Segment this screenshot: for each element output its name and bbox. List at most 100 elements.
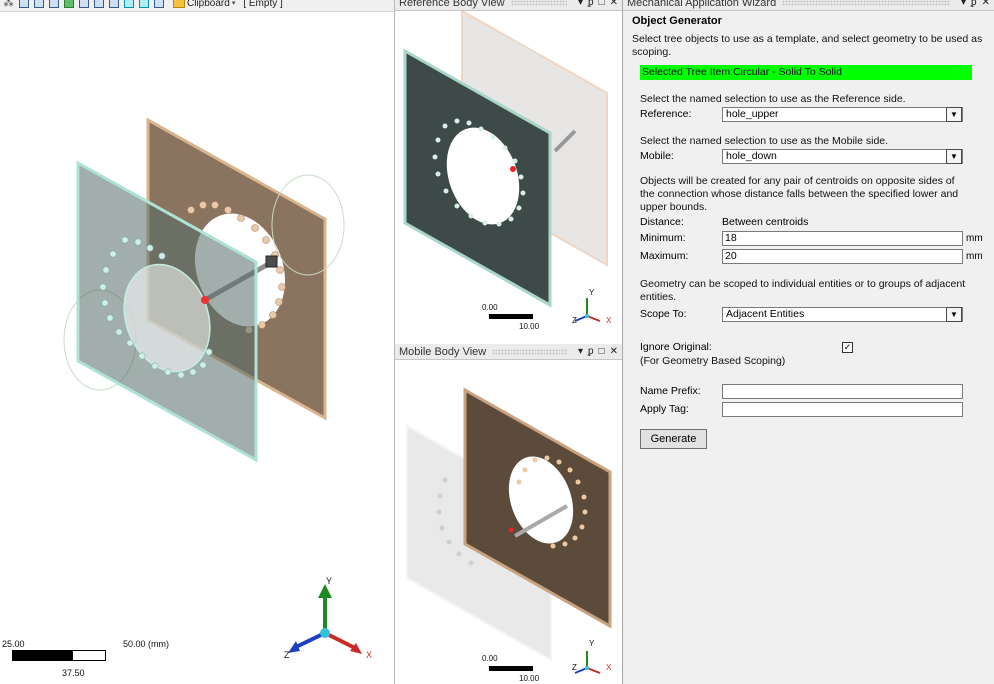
close-icon[interactable]: ✕	[982, 0, 990, 8]
ignore-original-note: (For Geometry Based Scoping)	[640, 355, 786, 367]
vertex-select-icon[interactable]	[62, 0, 75, 9]
convert-selection-icon[interactable]	[137, 0, 150, 9]
scope-row: Scope To: Adjacent Entities ▼	[632, 306, 984, 322]
wizard-pane-header: Mechanical Application Wizard ▾ ᵱ ✕	[623, 0, 994, 11]
wizard-body: Object Generator Select tree objects to …	[623, 11, 994, 684]
mobile-triad-x-label: X	[606, 663, 612, 672]
reference-3d-model[interactable]	[395, 11, 622, 344]
pane-dropdown-icon[interactable]: ▾	[578, 346, 583, 357]
mobile-scale-left: 0.00	[482, 654, 498, 663]
apply-tag-row: Apply Tag:	[632, 401, 984, 417]
mobile-scale-right: 10.00	[519, 674, 540, 683]
reference-pane-title: Reference Body View	[399, 0, 505, 9]
reference-triad	[574, 298, 601, 322]
mobile-instruction: Select the named selection to use as the…	[640, 135, 889, 147]
generate-button[interactable]: Generate	[640, 429, 707, 449]
mobile-triad-z-label: Z	[572, 663, 577, 672]
pin-icon[interactable]: ᵱ	[588, 0, 594, 8]
mobile-pane-title: Mobile Body View	[399, 345, 487, 358]
close-icon[interactable]: ✕	[610, 0, 618, 8]
scope-label: Scope To:	[640, 308, 687, 320]
edge-select-icon[interactable]	[47, 0, 60, 9]
clipboard-menu[interactable]: Clipboard	[187, 0, 230, 9]
mobile-body-view-pane[interactable]: Mobile Body View ▾ ᵱ □ ✕ Y Z X 0.00 10.0…	[394, 344, 622, 684]
reference-body-view-pane[interactable]: Reference Body View ▾ ᵱ □ ✕ Y Z X 0.00 1…	[394, 0, 622, 344]
main-scale-bar	[12, 650, 106, 661]
main-triad	[288, 584, 362, 654]
mobile-centroid-marker	[508, 527, 514, 533]
pin-icon[interactable]: ᵱ	[588, 346, 594, 357]
close-icon[interactable]: ✕	[610, 346, 618, 357]
reference-scale-left: 0.00	[482, 303, 498, 312]
ignore-original-checkbox[interactable]: ✓	[842, 341, 853, 353]
wizard-heading: Object Generator	[632, 15, 722, 27]
mechanical-application-wizard-pane: Mechanical Application Wizard ▾ ᵱ ✕ Obje…	[622, 0, 994, 684]
pin-icon[interactable]: ᵱ	[971, 0, 977, 8]
main-triad-x-label: X	[366, 650, 373, 660]
name-prefix-label: Name Prefix:	[640, 385, 701, 397]
mobile-triad	[574, 651, 601, 674]
chevron-down-icon[interactable]: ▼	[946, 306, 962, 322]
reference-triad-y-label: Y	[589, 288, 595, 297]
face-select-icon[interactable]	[32, 0, 45, 9]
reference-centroid-marker	[510, 166, 516, 172]
distance-row: Distance: Between centroids	[632, 214, 984, 230]
mobile-3d-model[interactable]	[395, 360, 622, 684]
scope-select-value: Adjacent Entities	[726, 308, 805, 320]
shrink-select-icon[interactable]	[107, 0, 120, 9]
body-select-icon[interactable]	[17, 0, 30, 9]
ignore-original-row: Ignore Original: ✓	[632, 339, 984, 355]
selected-tree-item-banner: Selected Tree Item:Circular - Solid To S…	[640, 65, 972, 80]
distance-label: Distance:	[640, 216, 684, 228]
pane-dropdown-icon[interactable]: ▾	[961, 0, 966, 8]
clipboard-icon[interactable]	[173, 0, 185, 8]
main-toolbar: ⁂ Clipboard ▾ [ Empty ]	[0, 0, 394, 12]
extend-select-icon[interactable]	[77, 0, 90, 9]
fit-icon[interactable]	[152, 0, 165, 9]
reference-select[interactable]: hole_upper ▼	[722, 106, 963, 122]
mobile-triad-y-label: Y	[589, 639, 595, 648]
restore-icon[interactable]: □	[599, 346, 605, 357]
maximum-row: Maximum: 20 mm	[632, 248, 984, 264]
mobile-row: Mobile: hole_down ▼	[632, 148, 984, 164]
ignore-original-label: Ignore Original:	[640, 341, 712, 353]
name-prefix-row: Name Prefix:	[632, 383, 984, 399]
expand-select-icon[interactable]	[92, 0, 105, 9]
maximum-input[interactable]: 20	[722, 248, 963, 264]
maximum-label: Maximum:	[640, 250, 689, 262]
minimum-input[interactable]: 18	[722, 230, 963, 246]
apply-tag-label: Apply Tag:	[640, 403, 689, 415]
mobile-select[interactable]: hole_down ▼	[722, 148, 963, 164]
reference-row: Reference: hole_upper ▼	[632, 106, 984, 122]
main-scale-mid: 37.50	[62, 668, 85, 678]
centroid-marker	[201, 296, 209, 304]
select-mode-icon[interactable]: ⁂	[2, 0, 15, 9]
reference-triad-z-label: Z	[572, 316, 577, 325]
main-scale-right: 50.00 (mm)	[123, 639, 170, 649]
name-prefix-input[interactable]	[722, 383, 963, 399]
scope-select[interactable]: Adjacent Entities ▼	[722, 306, 963, 322]
reference-scale-right: 10.00	[519, 322, 540, 331]
minimum-row: Minimum: 18 mm	[632, 230, 984, 246]
pane-dropdown-icon[interactable]: ▾	[578, 0, 583, 8]
distance-value: Between centroids	[722, 216, 809, 228]
main-graphics-view[interactable]: ⁂ Clipboard ▾ [ Empty ] Y Z X 25.00 50.0…	[0, 0, 394, 684]
chevron-down-icon[interactable]: ▼	[946, 106, 962, 122]
clipboard-empty-label: [ Empty ]	[243, 0, 283, 9]
restore-icon[interactable]: □	[599, 0, 605, 8]
scope-info: Geometry can be scoped to individual ent…	[640, 278, 966, 303]
wizard-intro: Select tree objects to use as a template…	[632, 33, 983, 58]
mobile-select-value: hole_down	[726, 150, 777, 162]
reference-label: Reference:	[640, 108, 692, 120]
reference-scale-bar	[489, 314, 533, 319]
chevron-down-icon[interactable]: ▼	[946, 148, 962, 164]
clipboard-caret-icon[interactable]: ▾	[232, 0, 236, 7]
reference-pane-header: Reference Body View ▾ ᵱ □ ✕	[395, 0, 622, 11]
main-3d-model[interactable]	[0, 12, 394, 684]
reference-select-value: hole_upper	[726, 108, 779, 120]
apply-tag-input[interactable]	[722, 401, 963, 417]
main-scale-left: 25.00	[2, 639, 25, 649]
minimum-label: Minimum:	[640, 232, 686, 244]
shaft-end	[265, 255, 278, 268]
named-selection-icon[interactable]	[122, 0, 135, 9]
